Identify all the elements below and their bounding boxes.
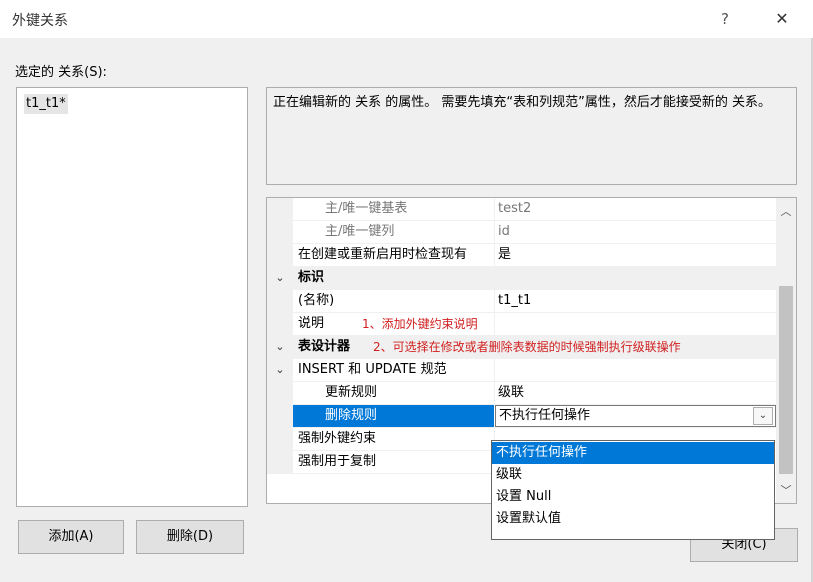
delete-rule-options[interactable]: 不执行任何操作 级联 设置 Null 设置默认值	[491, 440, 775, 540]
relation-item[interactable]: t1_t1*	[24, 94, 68, 114]
scroll-up-icon[interactable]: ︿	[776, 202, 796, 222]
option-cascade[interactable]: 级联	[492, 464, 774, 486]
collapse-icon[interactable]: ⌄	[267, 336, 293, 358]
annotation-note: 2、可选择在修改或者删除表数据的时候强制执行级联操作	[373, 340, 681, 354]
scroll-down-icon[interactable]: ﹀	[776, 481, 796, 501]
add-button[interactable]: 添加(A)	[18, 520, 124, 554]
option-set-default[interactable]: 设置默认值	[492, 508, 774, 530]
dropdown-value: 不执行任何操作	[499, 408, 591, 423]
relation-list[interactable]: t1_t1*	[16, 87, 248, 507]
property-name: 删除规则	[325, 408, 378, 423]
property-name: 更新规则	[325, 385, 378, 400]
title-bar: 外键关系 ? ✕	[0, 0, 813, 38]
property-name: 主/唯一键基表	[325, 201, 408, 216]
scroll-thumb[interactable]	[779, 286, 793, 474]
window-title: 外键关系	[12, 13, 68, 29]
dropdown-arrow-icon[interactable]: ⌄	[753, 407, 773, 425]
option-set-null[interactable]: 设置 Null	[492, 486, 774, 508]
grid-row-name[interactable]: (名称) t1_t1	[267, 290, 776, 313]
property-value[interactable]: 级联	[498, 382, 524, 404]
grid-row-update-rule[interactable]: 更新规则 级联	[267, 382, 776, 405]
collapse-icon[interactable]: ⌄	[267, 359, 293, 381]
grid-row-primary-column[interactable]: 主/唯一键列 id	[267, 221, 776, 244]
grid-row-check-existing[interactable]: 在创建或重新启用时检查现有 是	[267, 244, 776, 267]
property-name: (名称)	[298, 293, 335, 308]
grid-row-delete-rule[interactable]: 删除规则 不执行任何操作 ⌄	[267, 405, 776, 428]
annotation-note: 1、添加外键约束说明	[362, 317, 478, 331]
grid-row-description[interactable]: 说明 1、添加外键约束说明	[267, 313, 776, 336]
grid-category-identity[interactable]: ⌄ 标识	[267, 267, 776, 290]
help-icon[interactable]: ?	[710, 6, 740, 32]
property-name: 强制外键约束	[298, 431, 377, 446]
description-box: 正在编辑新的 关系 的属性。 需要先填充“表和列规范”属性，然后才能接受新的 关…	[266, 87, 797, 185]
vertical-scrollbar[interactable]: ︿ ﹀	[776, 198, 796, 503]
close-icon[interactable]: ✕	[765, 6, 799, 32]
selected-relation-label: 选定的 关系(S):	[15, 65, 107, 80]
delete-button[interactable]: 删除(D)	[136, 520, 244, 554]
property-name: 说明	[298, 316, 325, 331]
property-value: test2	[498, 201, 532, 216]
property-name: 在创建或重新启用时检查现有	[298, 247, 468, 262]
option-no-action[interactable]: 不执行任何操作	[492, 442, 774, 464]
property-name: INSERT 和 UPDATE 规范	[298, 362, 447, 377]
property-name: 主/唯一键列	[325, 224, 395, 239]
category-name: 表设计器	[298, 339, 351, 354]
property-value[interactable]: t1_t1	[498, 290, 531, 312]
category-name: 标识	[298, 270, 325, 285]
grid-row-insert-update-spec[interactable]: ⌄ INSERT 和 UPDATE 规范	[267, 359, 776, 382]
grid-row-primary-table[interactable]: 主/唯一键基表 test2	[267, 198, 776, 221]
property-name: 强制用于复制	[298, 454, 377, 469]
property-value: id	[498, 224, 510, 239]
grid-category-table-designer[interactable]: ⌄ 表设计器 2、可选择在修改或者删除表数据的时候强制执行级联操作	[267, 336, 776, 359]
property-value: 是	[498, 247, 512, 262]
delete-rule-dropdown[interactable]: 不执行任何操作 ⌄	[495, 405, 776, 427]
collapse-icon[interactable]: ⌄	[267, 267, 293, 289]
